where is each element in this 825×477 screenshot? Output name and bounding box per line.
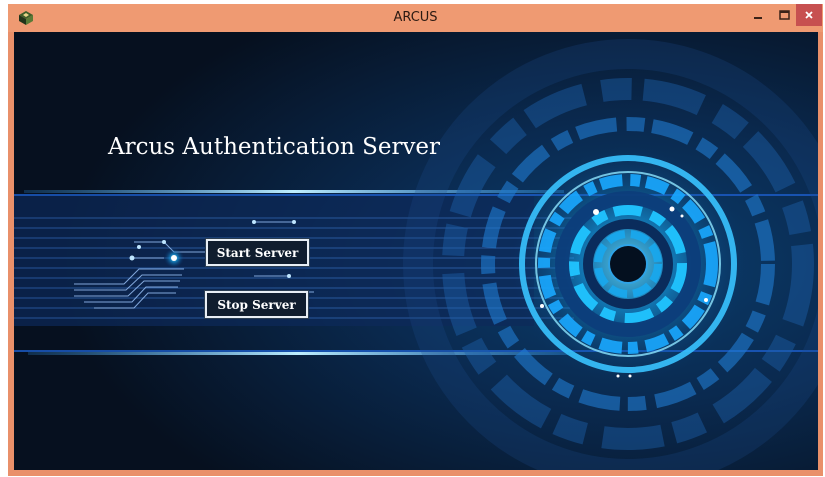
maximize-button[interactable] (770, 4, 798, 26)
title-bar[interactable]: ARCUS (8, 4, 823, 32)
maximize-icon (778, 10, 790, 20)
start-server-button[interactable]: Start Server (206, 239, 309, 266)
app-window: ARCUS Arcus Authentication Server Start … (8, 4, 823, 476)
window-title: ARCUS (393, 10, 438, 25)
main-panel: Arcus Authentication Server Start Server… (14, 32, 818, 470)
close-icon (805, 11, 813, 19)
page-title: Arcus Authentication Server (108, 134, 441, 160)
close-button[interactable] (796, 4, 822, 26)
minimize-button[interactable] (744, 4, 772, 26)
stop-server-button[interactable]: Stop Server (205, 291, 308, 318)
circuit-background-image (14, 32, 818, 470)
minimize-icon (754, 17, 762, 19)
